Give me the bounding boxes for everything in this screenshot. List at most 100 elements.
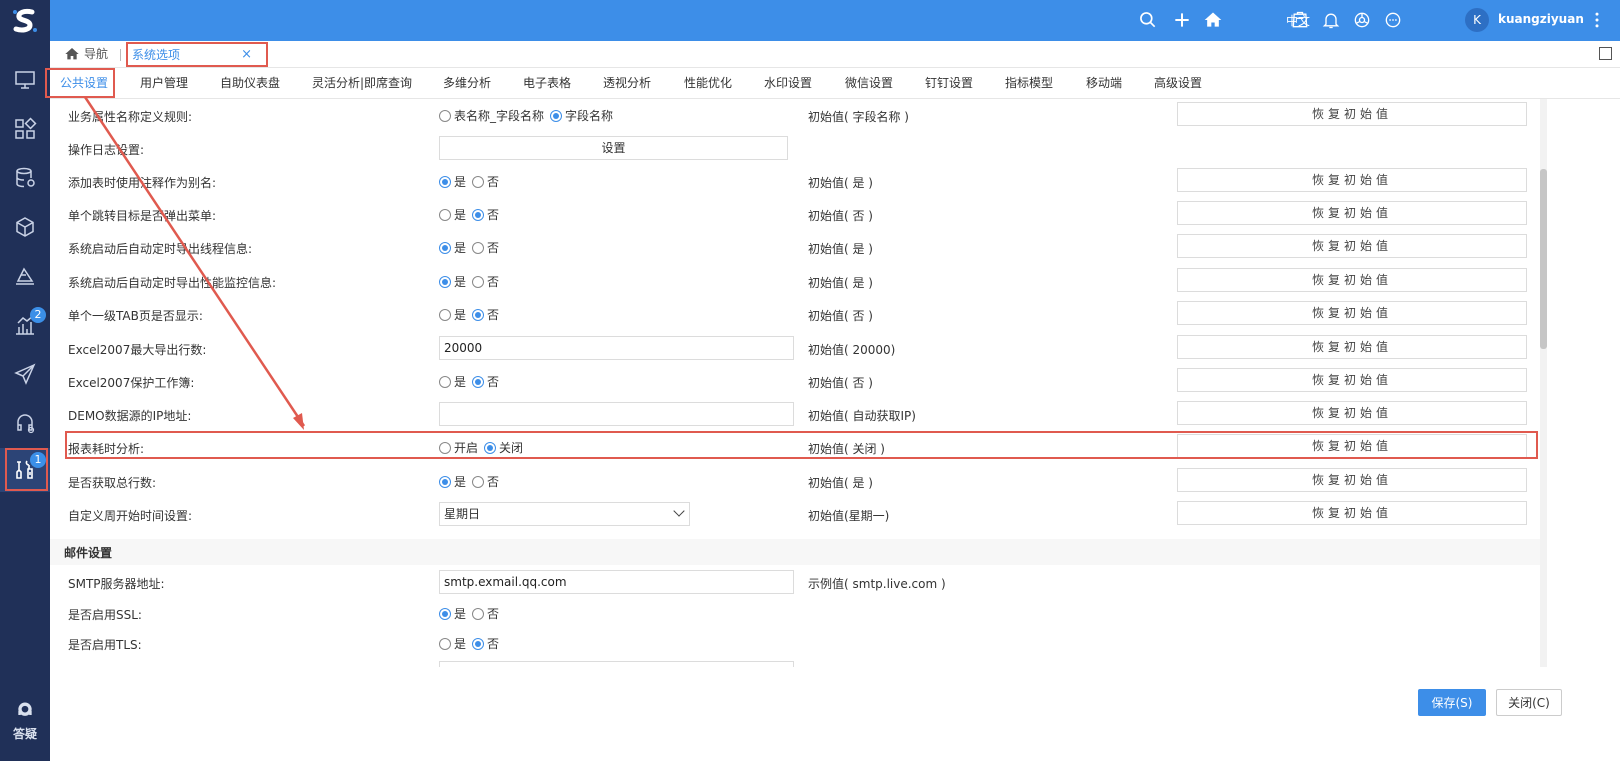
add-button[interactable]: [1170, 8, 1194, 32]
partial-input[interactable]: [439, 661, 794, 667]
radio-option[interactable]: 是: [439, 173, 466, 190]
scrollbar-thumb[interactable]: [1540, 169, 1547, 349]
reset-button[interactable]: 恢复初始值: [1177, 168, 1527, 192]
week-start-select[interactable]: 星期日: [439, 502, 690, 526]
sidebar-item-database[interactable]: [0, 156, 50, 200]
sidebar-item-monitor[interactable]: [0, 58, 50, 102]
radio-option[interactable]: 是: [439, 373, 466, 390]
tab-system-options[interactable]: 系统选项 ×: [126, 42, 268, 67]
reset-button[interactable]: 恢复初始值: [1177, 468, 1527, 492]
smtp-server-input[interactable]: [439, 570, 794, 594]
nav-home-tab[interactable]: 导航: [64, 45, 108, 62]
save-button[interactable]: 保存(S): [1418, 689, 1486, 716]
sidebar-item-send[interactable]: [0, 352, 50, 396]
radio-button[interactable]: [472, 275, 485, 288]
reset-button[interactable]: 恢复初始值: [1177, 501, 1527, 525]
radio-button[interactable]: [439, 208, 451, 221]
tab-wechat[interactable]: 微信设置: [845, 68, 893, 99]
radio-option[interactable]: 是: [439, 635, 466, 652]
radio-group: 是 否: [439, 631, 503, 652]
radio-button[interactable]: [439, 607, 451, 620]
reset-button[interactable]: 恢复初始值: [1177, 201, 1527, 225]
radio-button[interactable]: [439, 637, 451, 650]
reset-button[interactable]: 恢复初始值: [1177, 301, 1527, 325]
radio-button[interactable]: [472, 308, 485, 321]
close-button[interactable]: 关闭(C): [1496, 689, 1562, 716]
tab-multidim-analysis[interactable]: 多维分析: [443, 68, 491, 99]
tab-self-dashboard[interactable]: 自助仪表盘: [220, 68, 280, 99]
app-logo[interactable]: [0, 0, 50, 41]
username[interactable]: kuangziyuan: [1498, 12, 1584, 26]
radio-button[interactable]: [439, 375, 451, 388]
reset-button[interactable]: 恢复初始值: [1177, 102, 1527, 126]
tab-advanced[interactable]: 高级设置: [1154, 68, 1202, 99]
radio-button[interactable]: [439, 308, 451, 321]
radio-button[interactable]: [472, 175, 485, 188]
radio-option[interactable]: 否: [472, 306, 499, 323]
radio-button[interactable]: [472, 375, 485, 388]
radio-button[interactable]: [472, 208, 485, 221]
radio-option[interactable]: 字段名称: [550, 107, 613, 124]
help-button[interactable]: 答疑: [0, 700, 50, 742]
radio-button[interactable]: [439, 241, 451, 254]
radio-button[interactable]: [439, 275, 451, 288]
sidebar-item-chart[interactable]: 2: [0, 303, 50, 347]
tab-flexible-analysis[interactable]: 灵活分析|即席查询: [312, 68, 412, 99]
sidebar-item-grid[interactable]: [0, 107, 50, 151]
demo-ip-input[interactable]: [439, 402, 794, 426]
tab-performance[interactable]: 性能优化: [684, 68, 732, 99]
radio-button[interactable]: [472, 637, 485, 650]
sidebar-item-ruler[interactable]: [0, 254, 50, 298]
tab-dingtalk[interactable]: 钉钉设置: [925, 68, 973, 99]
radio-button[interactable]: [439, 475, 451, 488]
radio-option[interactable]: 否: [472, 373, 499, 390]
radio-button[interactable]: [439, 109, 451, 122]
radio-button[interactable]: [472, 241, 485, 254]
radio-option[interactable]: 是: [439, 306, 466, 323]
vertical-scrollbar[interactable]: [1540, 99, 1547, 667]
radio-option[interactable]: 是: [439, 239, 466, 256]
reset-button[interactable]: 恢复初始值: [1177, 401, 1527, 425]
avatar[interactable]: K: [1465, 8, 1489, 32]
radio-option[interactable]: 否: [472, 173, 499, 190]
tab-metric-model[interactable]: 指标模型: [1005, 68, 1053, 99]
radio-option[interactable]: 否: [472, 473, 499, 490]
radio-option[interactable]: 是: [439, 206, 466, 223]
more-menu-button[interactable]: [1585, 8, 1609, 32]
sidebar-item-cube[interactable]: [0, 205, 50, 249]
tab-pivot-analysis[interactable]: 透视分析: [603, 68, 651, 99]
radio-option[interactable]: 表名称_字段名称: [439, 107, 544, 124]
tab-mobile[interactable]: 移动端: [1086, 68, 1122, 99]
radio-option[interactable]: 否: [472, 239, 499, 256]
tab-spreadsheet[interactable]: 电子表格: [523, 68, 571, 99]
radio-button[interactable]: [439, 175, 451, 188]
chat-button[interactable]: [1381, 8, 1405, 32]
home-button[interactable]: [1201, 8, 1225, 32]
notification-button[interactable]: [1319, 8, 1343, 32]
radio-label: 否: [487, 208, 500, 222]
plugin-button[interactable]: [1350, 8, 1374, 32]
radio-option[interactable]: 是: [439, 605, 466, 622]
radio-button[interactable]: [472, 475, 485, 488]
radio-option[interactable]: 否: [472, 605, 499, 622]
close-icon[interactable]: ×: [241, 47, 252, 62]
reset-button[interactable]: 恢复初始值: [1177, 335, 1527, 359]
radio-option[interactable]: 是: [439, 273, 466, 290]
radio-option[interactable]: 是: [439, 473, 466, 490]
bag-button[interactable]: [1288, 8, 1312, 32]
radio-button[interactable]: [472, 607, 485, 620]
radio-option[interactable]: 否: [472, 273, 499, 290]
tab-watermark[interactable]: 水印设置: [764, 68, 812, 99]
max-export-rows-input[interactable]: [439, 336, 794, 360]
reset-button[interactable]: 恢复初始值: [1177, 268, 1527, 292]
tab-user-management[interactable]: 用户管理: [140, 68, 188, 99]
radio-option[interactable]: 否: [472, 206, 499, 223]
log-settings-button[interactable]: 设置: [439, 136, 788, 160]
search-button[interactable]: [1136, 8, 1160, 32]
reset-button[interactable]: 恢复初始值: [1177, 368, 1527, 392]
sidebar-item-headset[interactable]: [0, 401, 50, 445]
maximize-button[interactable]: [1599, 47, 1612, 60]
reset-button[interactable]: 恢复初始值: [1177, 234, 1527, 258]
radio-button[interactable]: [550, 109, 563, 122]
radio-option[interactable]: 否: [472, 635, 499, 652]
